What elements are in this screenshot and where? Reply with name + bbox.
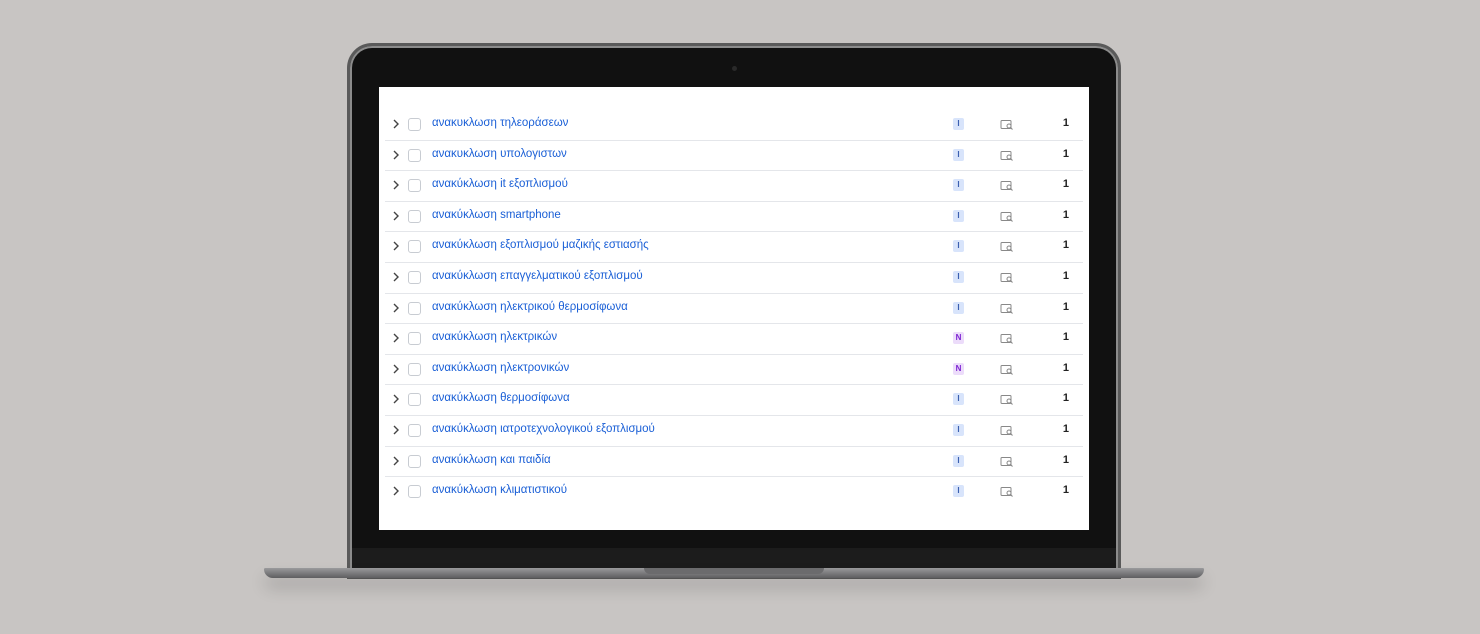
table-row[interactable]: ανακύκλωση ηλεκτρικών N 1 (385, 324, 1083, 355)
row-checkbox[interactable] (408, 362, 421, 376)
table-row[interactable]: ανακυκλωση υπολογιστων I 1 (385, 141, 1083, 172)
keyword-link[interactable]: ανακύκλωση ηλεκτρονικών (432, 362, 569, 374)
serp-snapshot-icon[interactable] (1000, 210, 1014, 222)
intent-badge: N (953, 332, 964, 345)
serp-snapshot-icon[interactable] (1000, 393, 1014, 406)
chevron-right-icon[interactable] (390, 424, 402, 436)
camera-dot (732, 66, 737, 71)
table-row[interactable]: ανακύκλωση ιατροτεχνολογικού εξοπλισμού … (385, 416, 1083, 447)
serp-snapshot-icon[interactable] (1000, 455, 1014, 467)
keyword-link[interactable]: ανακύκλωση ιατροτεχνολογικού εξοπλισμού (432, 423, 655, 435)
serp-snapshot-icon[interactable] (1000, 118, 1014, 130)
chevron-right-icon[interactable] (390, 393, 402, 405)
row-checkbox[interactable] (408, 270, 421, 284)
table-row[interactable]: ανακύκλωση κλιματιστικού I 1 (385, 477, 1083, 507)
serp-snapshot-icon[interactable] (1000, 149, 1014, 161)
intent-badge: N (953, 362, 964, 375)
chevron-right-icon[interactable] (390, 149, 402, 161)
chevron-right-icon[interactable] (390, 118, 402, 130)
position-value: 1 (1062, 117, 1069, 129)
serp-snapshot-icon[interactable] (1000, 485, 1014, 498)
position-value: 1 (1062, 392, 1069, 405)
keyword-link[interactable]: ανακύκλωση και παιδία (432, 454, 551, 466)
position-value: 1 (1062, 361, 1069, 374)
chevron-right-icon[interactable] (390, 240, 402, 252)
chevron-right-icon[interactable] (390, 363, 402, 375)
keyword-link[interactable]: ανακύκλωση ηλεκτρικού θερμοσίφωνα (432, 301, 628, 313)
table-row[interactable]: ανακύκλωση smartphone I 1 (385, 202, 1083, 233)
position-value: 1 (1062, 453, 1069, 466)
keyword-link[interactable]: ανακυκλωση υπολογιστων (432, 148, 567, 160)
row-checkbox[interactable] (408, 485, 421, 499)
chevron-right-icon[interactable] (390, 332, 402, 344)
row-checkbox[interactable] (408, 332, 421, 346)
row-checkbox[interactable] (408, 301, 421, 315)
position-value: 1 (1062, 269, 1069, 282)
keyword-link[interactable]: ανακύκλωση εξοπλισμού μαζικής εστιασής (432, 239, 649, 251)
position-value: 1 (1062, 147, 1069, 160)
keyword-link[interactable]: ανακύκλωση ηλεκτρικών (432, 331, 557, 343)
keyword-link[interactable]: ανακυκλωση τηλεοράσεων (432, 117, 568, 129)
table-row[interactable]: ανακύκλωση ηλεκτρικού θερμοσίφωνα I 1 (385, 294, 1083, 325)
keyword-link[interactable]: ανακύκλωση it εξοπλισμού (432, 178, 568, 190)
table-row[interactable]: ανακύκλωση και παιδία I 1 (385, 447, 1083, 478)
table-row[interactable]: ανακύκλωση θερμοσίφωνα I 1 (385, 385, 1083, 416)
intent-badge: I (953, 179, 964, 192)
intent-badge: I (953, 393, 964, 406)
position-value: 1 (1062, 331, 1069, 344)
keyword-link[interactable]: ανακύκλωση smartphone (432, 209, 561, 221)
intent-badge: I (953, 423, 964, 436)
intent-badge: I (953, 454, 964, 467)
table-row[interactable]: ανακύκλωση εξοπλισμού μαζικής εστιασής I… (385, 232, 1083, 263)
intent-badge: I (953, 209, 964, 222)
chevron-right-icon[interactable] (390, 485, 402, 497)
serp-snapshot-icon[interactable] (1000, 240, 1014, 253)
intent-badge: I (953, 148, 964, 161)
position-value: 1 (1062, 239, 1069, 252)
serp-snapshot-icon[interactable] (1000, 424, 1014, 436)
position-value: 1 (1062, 422, 1069, 435)
intent-badge: I (953, 301, 964, 314)
intent-badge: I (953, 485, 964, 498)
row-checkbox[interactable] (408, 423, 421, 437)
table-row[interactable]: ανακυκλωση τηλεοράσεων I 1 (385, 110, 1083, 141)
serp-snapshot-icon[interactable] (1000, 271, 1014, 283)
keyword-table: ανακυκλωση τηλεοράσεων I 1 ανακυκλωση υπ… (385, 110, 1083, 507)
keyword-link[interactable]: ανακύκλωση κλιματιστικού (432, 484, 567, 496)
laptop-screen: ανακυκλωση τηλεοράσεων I 1 ανακυκλωση υπ… (379, 87, 1089, 530)
position-value: 1 (1062, 300, 1069, 313)
table-row[interactable]: ανακύκλωση it εξοπλισμού I 1 (385, 171, 1083, 202)
chevron-right-icon[interactable] (390, 210, 402, 222)
row-checkbox[interactable] (408, 209, 421, 223)
serp-snapshot-icon[interactable] (1000, 302, 1014, 314)
serp-snapshot-icon[interactable] (1000, 363, 1014, 375)
chevron-right-icon[interactable] (390, 179, 402, 191)
chevron-right-icon[interactable] (390, 302, 402, 314)
intent-badge: I (953, 240, 964, 253)
keyword-link[interactable]: ανακύκλωση θερμοσίφωνα (432, 392, 570, 404)
intent-badge: I (953, 270, 964, 283)
row-checkbox[interactable] (408, 148, 421, 162)
row-checkbox[interactable] (408, 454, 421, 468)
row-checkbox[interactable] (408, 393, 421, 407)
keyword-link[interactable]: ανακύκλωση επαγγελματικού εξοπλισμού (432, 270, 643, 282)
serp-snapshot-icon[interactable] (1000, 179, 1014, 192)
row-checkbox[interactable] (408, 179, 421, 193)
table-row[interactable]: ανακύκλωση επαγγελματικού εξοπλισμού I 1 (385, 263, 1083, 294)
chevron-right-icon[interactable] (390, 455, 402, 467)
position-value: 1 (1062, 178, 1069, 191)
position-value: 1 (1062, 208, 1069, 221)
position-value: 1 (1062, 484, 1069, 497)
laptop-notch (644, 568, 824, 574)
chevron-right-icon[interactable] (390, 271, 402, 283)
intent-badge: I (953, 118, 964, 130)
table-row[interactable]: ανακύκλωση ηλεκτρονικών N 1 (385, 355, 1083, 386)
row-checkbox[interactable] (408, 240, 421, 254)
serp-snapshot-icon[interactable] (1000, 332, 1014, 345)
laptop-bezel (352, 548, 1116, 570)
row-checkbox[interactable] (408, 118, 421, 131)
